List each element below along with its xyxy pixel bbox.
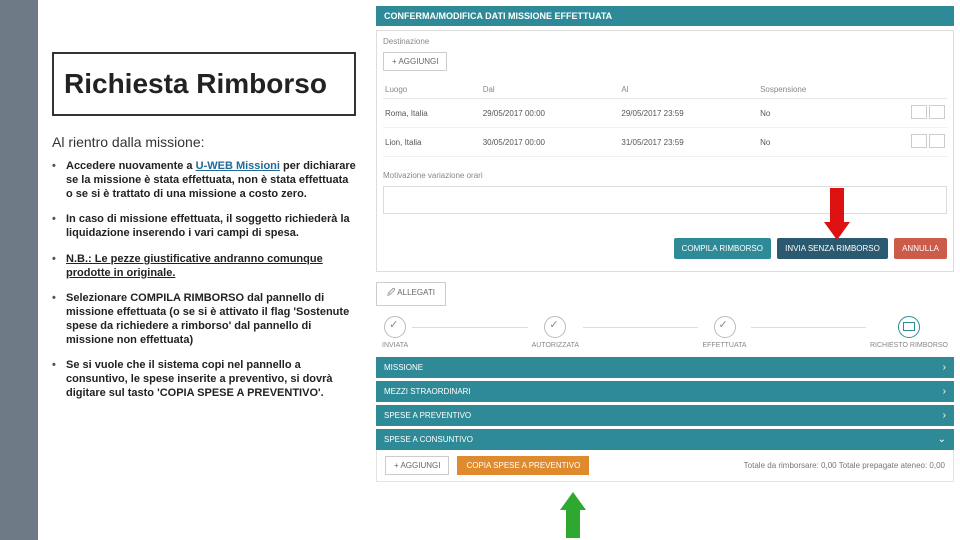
workflow-steps: INVIATA AUTORIZZATA EFFETTUATA RICHIESTO… bbox=[378, 316, 952, 349]
col-luogo: Luogo bbox=[383, 81, 481, 99]
destination-frame: Destinazione + AGGIUNGI Luogo Dal Al Sos… bbox=[376, 30, 954, 272]
page-title: Richiesta Rimborso bbox=[64, 68, 344, 100]
accordion-mezzi[interactable]: MEZZI STRAORDINARI› bbox=[376, 381, 954, 402]
motivation-input[interactable] bbox=[383, 186, 947, 214]
bullet-5: Se si vuole che il sistema copi nel pann… bbox=[52, 359, 356, 400]
chevron-down-icon: ⌄ bbox=[938, 434, 946, 445]
allegati-button[interactable]: 🖉 ALLEGATI bbox=[376, 282, 446, 306]
delete-icon[interactable] bbox=[929, 105, 945, 119]
add-destination-button[interactable]: + AGGIUNGI bbox=[383, 52, 447, 71]
title-box: Richiesta Rimborso bbox=[52, 52, 356, 116]
green-arrow-icon bbox=[560, 492, 586, 538]
destinations-table: Luogo Dal Al Sospensione Roma, Italia 29… bbox=[383, 81, 947, 157]
check-icon bbox=[544, 316, 566, 338]
table-row: Lion, Italia 30/05/2017 00:00 31/05/2017… bbox=[383, 128, 947, 157]
folder-icon bbox=[898, 316, 920, 338]
action-bar: COMPILA RIMBORSO INVIA SENZA RIMBORSO AN… bbox=[383, 238, 947, 259]
col-al: Al bbox=[619, 81, 758, 99]
consuntivo-panel: + AGGIUNGI COPIA SPESE A PREVENTIVO Tota… bbox=[376, 450, 954, 482]
bullet-list: Accedere nuovamente a U-WEB Missioni per… bbox=[52, 160, 356, 401]
section-label: Destinazione bbox=[383, 37, 947, 46]
check-icon bbox=[714, 316, 736, 338]
chevron-right-icon: › bbox=[943, 386, 946, 397]
subtitle: Al rientro dalla missione: bbox=[52, 134, 356, 150]
step-autorizzata: AUTORIZZATA bbox=[528, 316, 583, 349]
totals-label: Totale da rimborsare: 0,00 Totale prepag… bbox=[744, 461, 945, 470]
red-arrow-icon bbox=[824, 188, 850, 240]
annulla-button[interactable]: ANNULLA bbox=[894, 238, 947, 259]
bullet-1: Accedere nuovamente a U-WEB Missioni per… bbox=[52, 160, 356, 201]
screenshot-panel: CONFERMA/MODIFICA DATI MISSIONE EFFETTUA… bbox=[370, 0, 960, 540]
invia-senza-rimborso-button[interactable]: INVIA SENZA RIMBORSO bbox=[777, 238, 888, 259]
delete-icon[interactable] bbox=[929, 134, 945, 148]
uweb-link[interactable]: U-WEB Missioni bbox=[196, 160, 280, 172]
chevron-right-icon: › bbox=[943, 362, 946, 373]
step-inviata: INVIATA bbox=[378, 316, 412, 349]
col-dal: Dal bbox=[481, 81, 620, 99]
bullet-3: N.B.: Le pezze giustificative andranno c… bbox=[52, 253, 356, 281]
accordion-missione[interactable]: MISSIONE› bbox=[376, 357, 954, 378]
motivation-label: Motivazione variazione orari bbox=[383, 171, 947, 180]
compila-rimborso-button[interactable]: COMPILA RIMBORSO bbox=[674, 238, 771, 259]
chevron-right-icon: › bbox=[943, 410, 946, 421]
check-icon bbox=[384, 316, 406, 338]
text-column: Richiesta Rimborso Al rientro dalla miss… bbox=[38, 0, 370, 540]
col-sosp: Sospensione bbox=[758, 81, 863, 99]
step-richiesto-rimborso: RICHIESTO RIMBORSO bbox=[866, 316, 952, 349]
add-spesa-button[interactable]: + AGGIUNGI bbox=[385, 456, 449, 475]
table-row: Roma, Italia 29/05/2017 00:00 29/05/2017… bbox=[383, 99, 947, 128]
bullet-2: In caso di missione effettuata, il sogge… bbox=[52, 213, 356, 241]
step-effettuata: EFFETTUATA bbox=[698, 316, 750, 349]
panel-header: CONFERMA/MODIFICA DATI MISSIONE EFFETTUA… bbox=[376, 6, 954, 26]
edit-icon[interactable] bbox=[911, 134, 927, 148]
left-accent-bar bbox=[0, 0, 38, 540]
copia-spese-button[interactable]: COPIA SPESE A PREVENTIVO bbox=[457, 456, 589, 475]
edit-icon[interactable] bbox=[911, 105, 927, 119]
bullet-4: Selezionare COMPILA RIMBORSO dal pannell… bbox=[52, 292, 356, 347]
accordion-consuntivo[interactable]: SPESE A CONSUNTIVO⌄ bbox=[376, 429, 954, 450]
accordion-preventivo[interactable]: SPESE A PREVENTIVO› bbox=[376, 405, 954, 426]
